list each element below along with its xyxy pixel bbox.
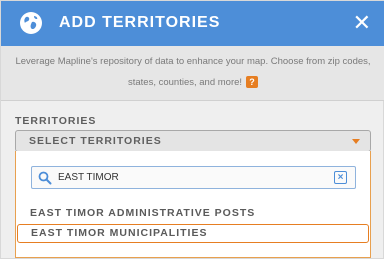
select-territories-label: SELECT TERRITORIES bbox=[29, 135, 162, 147]
help-icon[interactable]: ? bbox=[246, 76, 259, 89]
intro-line-2: states, counties, and more!? bbox=[1, 72, 384, 93]
close-icon[interactable]: ✕ bbox=[353, 11, 371, 35]
intro-line-2-text: states, counties, and more! bbox=[127, 77, 243, 88]
intro-line-1: Leverage Mapline's repository of data to… bbox=[15, 56, 371, 67]
territories-dropdown: × EAST TIMOR ADMINISTRATIVE POSTS EAST T… bbox=[15, 151, 371, 258]
search-icon bbox=[38, 171, 52, 185]
territories-select[interactable]: SELECT TERRITORIES bbox=[15, 130, 371, 152]
search-box: × bbox=[31, 166, 356, 189]
clear-search-icon[interactable]: × bbox=[334, 171, 347, 184]
search-input[interactable] bbox=[58, 168, 328, 187]
intro-text: Leverage Mapline's repository of data to… bbox=[1, 46, 384, 101]
option-east-timor-administrative-posts[interactable]: EAST TIMOR ADMINISTRATIVE POSTS bbox=[16, 204, 370, 223]
caret-down-icon bbox=[352, 139, 360, 144]
add-territories-dialog: ADD TERRITORIES ✕ Leverage Mapline's rep… bbox=[0, 0, 384, 259]
globe-icon bbox=[19, 11, 43, 35]
dialog-header: ADD TERRITORIES ✕ bbox=[1, 1, 384, 46]
option-east-timor-municipalities[interactable]: EAST TIMOR MUNICIPALITIES bbox=[17, 224, 369, 243]
territories-label: TERRITORIES bbox=[15, 115, 97, 127]
dialog-title: ADD TERRITORIES bbox=[59, 14, 221, 31]
